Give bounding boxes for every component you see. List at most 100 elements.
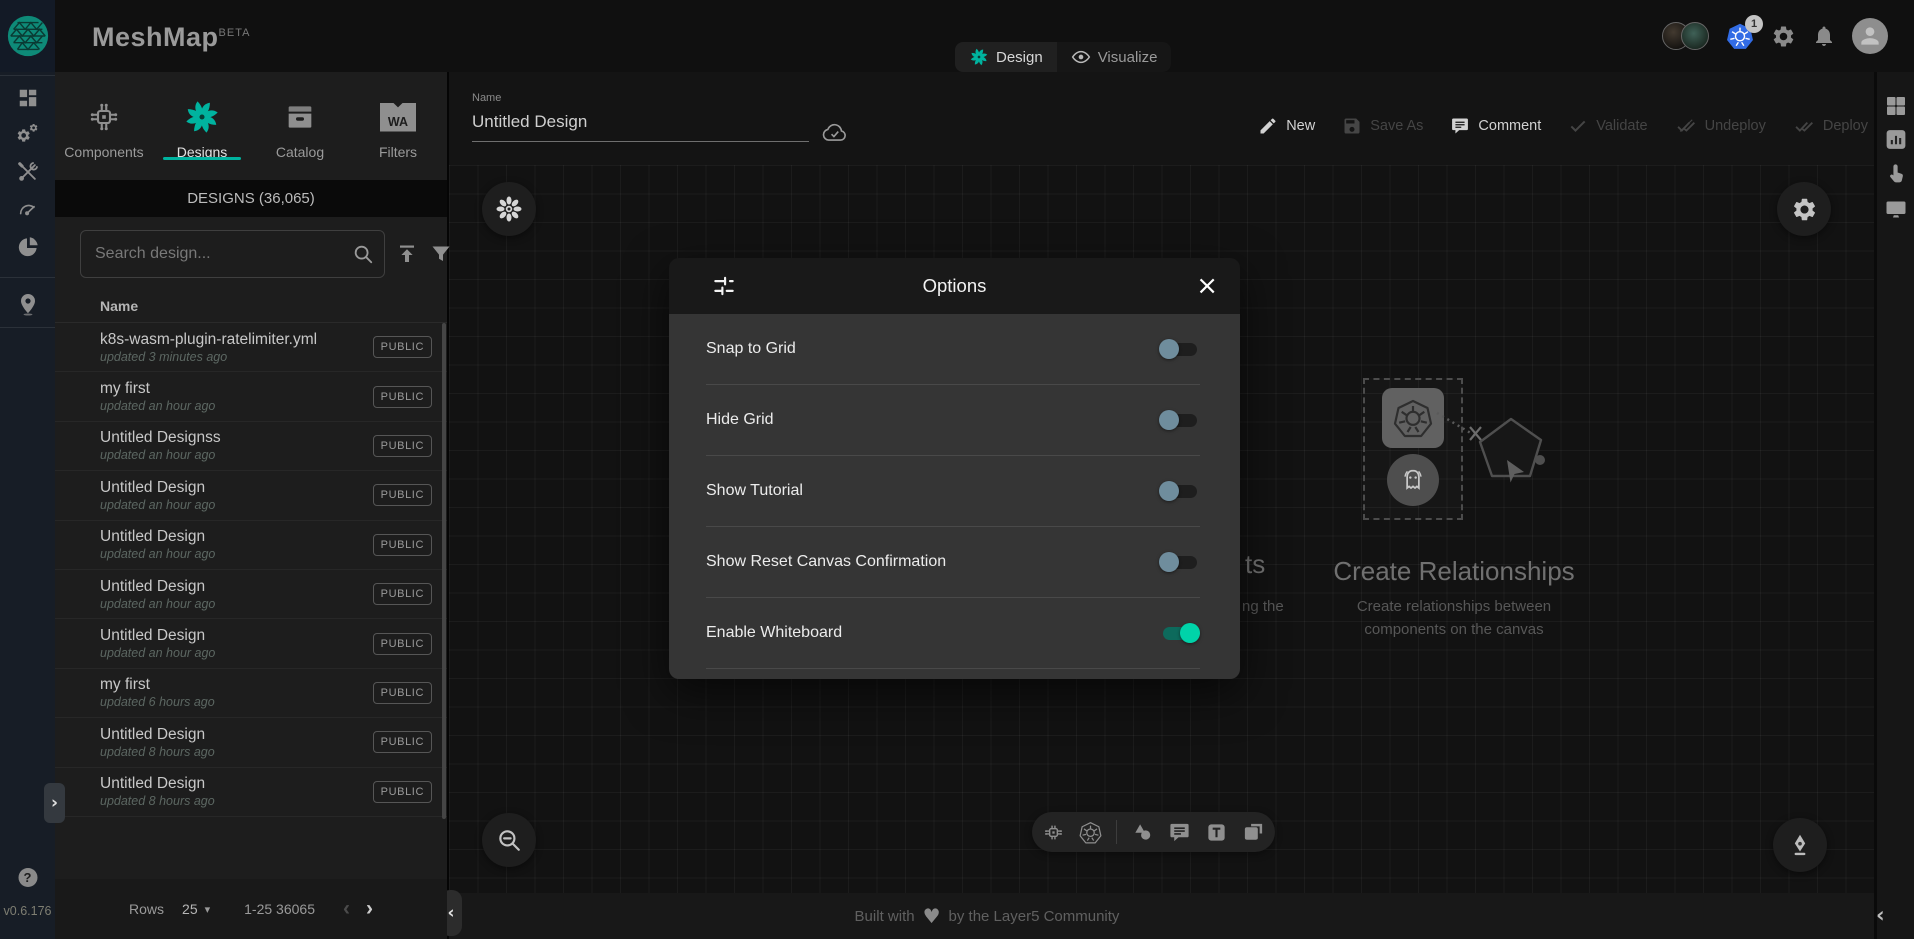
dashboard-icon[interactable]	[17, 87, 39, 109]
option-label: Show Tutorial	[706, 482, 803, 500]
snap-to-grid-toggle[interactable]	[1159, 338, 1200, 360]
design-list-item[interactable]: k8s-wasm-plugin-ratelimiter.yml updated …	[55, 323, 447, 372]
expand-drawer-chevron[interactable]: ›	[44, 783, 65, 823]
meshery-spiral-icon	[969, 47, 989, 67]
design-updated: updated an hour ago	[100, 447, 221, 463]
close-icon[interactable]: ×	[1196, 273, 1218, 299]
dock-components-icon[interactable]	[1042, 821, 1065, 844]
catalog-drawer-icon	[284, 98, 316, 136]
footer-credit: Built with ♥ by the Layer5 Community	[855, 904, 1120, 928]
zoom-out-button[interactable]	[482, 813, 536, 867]
canvas-settings-flower-button[interactable]	[482, 182, 536, 236]
app-header: MeshMapBETA Design Visualize	[0, 0, 1914, 72]
profile-avatar[interactable]	[1852, 18, 1888, 54]
tab-visualize[interactable]: Visualize	[1057, 42, 1172, 72]
collapse-right-chevron[interactable]: ‹	[1876, 903, 1885, 927]
settings-gear-icon[interactable]	[1771, 24, 1796, 49]
tab-designs[interactable]: Designs	[153, 72, 251, 160]
meshmap-pin-icon[interactable]	[16, 291, 40, 317]
tab-components[interactable]: Components	[55, 72, 153, 160]
rows-per-page-select[interactable]: 25 ▾	[182, 901, 210, 917]
enable-whiteboard-toggle[interactable]	[1159, 622, 1200, 644]
design-list-item[interactable]: Untitled Design updated 8 hours ago PUBL…	[55, 768, 447, 817]
performance-gauge-icon[interactable]	[16, 198, 40, 220]
shapes-grid-icon[interactable]	[1884, 94, 1908, 118]
check-icon	[1568, 116, 1588, 136]
deploy-button[interactable]: Deploy	[1793, 116, 1868, 136]
design-list-item[interactable]: Untitled Design updated an hour ago PUBL…	[55, 570, 447, 619]
design-list: k8s-wasm-plugin-ratelimiter.yml updated …	[55, 322, 447, 879]
show-tutorial-toggle[interactable]	[1159, 480, 1200, 502]
tab-design[interactable]: Design	[955, 42, 1057, 72]
reset-canvas-confirmation-toggle[interactable]	[1159, 551, 1200, 573]
lifecycle-gears-icon[interactable]	[16, 123, 40, 147]
design-updated: updated 3 minutes ago	[100, 349, 317, 365]
tab-designs-label: Designs	[177, 144, 228, 160]
import-design-icon[interactable]	[395, 242, 419, 266]
option-row-show-tutorial: Show Tutorial	[706, 456, 1200, 527]
comment-icon	[1450, 116, 1470, 136]
tab-catalog[interactable]: Catalog	[251, 72, 349, 160]
eye-icon	[1071, 47, 1091, 67]
design-list-item[interactable]: Untitled Design updated 8 hours ago PUBL…	[55, 718, 447, 767]
collaborator-avatar-2[interactable]	[1681, 22, 1709, 50]
canvas-footer: ‹ Built with ♥ by the Layer5 Community	[449, 893, 1874, 939]
squid-icon	[1397, 464, 1429, 496]
search-row	[80, 230, 453, 278]
design-list-item[interactable]: my first updated an hour ago PUBLIC	[55, 372, 447, 421]
pagination-range: 1-25 36065	[244, 901, 315, 917]
rail-divider	[0, 277, 55, 278]
design-updated: updated an hour ago	[100, 596, 215, 612]
dock-comment-icon[interactable]	[1168, 821, 1191, 844]
analytics-chart-icon[interactable]	[1883, 127, 1908, 152]
layer5-logo[interactable]	[0, 0, 55, 72]
kubernetes-context-chip[interactable]: 1	[1725, 22, 1755, 50]
visibility-badge: PUBLIC	[373, 731, 432, 753]
new-button[interactable]: New	[1258, 116, 1315, 136]
filter-funnel-icon[interactable]	[429, 242, 453, 266]
tab-visualize-label: Visualize	[1098, 49, 1158, 66]
dock-text-icon[interactable]	[1205, 821, 1228, 844]
design-list-item[interactable]: Untitled Design updated an hour ago PUBL…	[55, 619, 447, 668]
configuration-tools-icon[interactable]	[17, 161, 39, 183]
save-as-button[interactable]: Save As	[1342, 116, 1423, 136]
tab-filters[interactable]: WA Filters	[349, 72, 447, 160]
search-input[interactable]	[81, 231, 384, 277]
design-list-item[interactable]: Untitled Design updated an hour ago PUBL…	[55, 471, 447, 520]
dock-media-icon[interactable]	[1242, 821, 1265, 844]
comment-button[interactable]: Comment	[1450, 116, 1541, 136]
help-button[interactable]: ?	[18, 868, 37, 887]
design-name-input[interactable]	[472, 108, 809, 142]
designs-spiral-icon	[183, 98, 221, 136]
design-list-item[interactable]: my first updated 6 hours ago PUBLIC	[55, 669, 447, 718]
dock-shapes-icon[interactable]	[1131, 821, 1154, 844]
notifications-bell-icon[interactable]	[1812, 24, 1836, 48]
flower-icon	[494, 194, 524, 224]
pentagon-node-illustration	[1469, 413, 1555, 493]
design-list-item[interactable]: Untitled Design updated an hour ago PUBL…	[55, 521, 447, 570]
option-label: Enable Whiteboard	[706, 624, 842, 642]
header-actions: 1	[1662, 18, 1888, 54]
gesture-touch-icon[interactable]	[1884, 162, 1907, 185]
undeploy-button[interactable]: Undeploy	[1675, 116, 1766, 136]
dock-kubernetes-icon[interactable]	[1079, 821, 1102, 844]
visibility-badge: PUBLIC	[373, 336, 432, 358]
freehand-pen-button[interactable]	[1773, 818, 1827, 872]
screen-monitor-icon[interactable]	[1884, 197, 1908, 221]
extensions-pie-icon[interactable]	[16, 235, 40, 259]
hide-grid-toggle[interactable]	[1159, 409, 1200, 431]
previous-page-button[interactable]: ‹	[343, 897, 350, 921]
design-list-item[interactable]: Untitled Designss updated an hour ago PU…	[55, 422, 447, 471]
designs-panel: Components Designs	[55, 72, 447, 939]
pagination-bar: Rows 25 ▾ 1-25 36065 ‹ ›	[55, 879, 447, 939]
deploy-icon	[1793, 116, 1815, 136]
rows-label: Rows	[129, 901, 164, 917]
validate-button[interactable]: Validate	[1568, 116, 1647, 136]
next-page-button[interactable]: ›	[366, 897, 373, 921]
design-updated: updated an hour ago	[100, 546, 215, 562]
canvas-options-gear-button[interactable]	[1777, 182, 1831, 236]
version-label: v0.6.176	[0, 904, 55, 918]
list-scrollbar[interactable]	[442, 323, 446, 819]
design-updated: updated 6 hours ago	[100, 694, 215, 710]
gear-icon	[1791, 196, 1818, 223]
